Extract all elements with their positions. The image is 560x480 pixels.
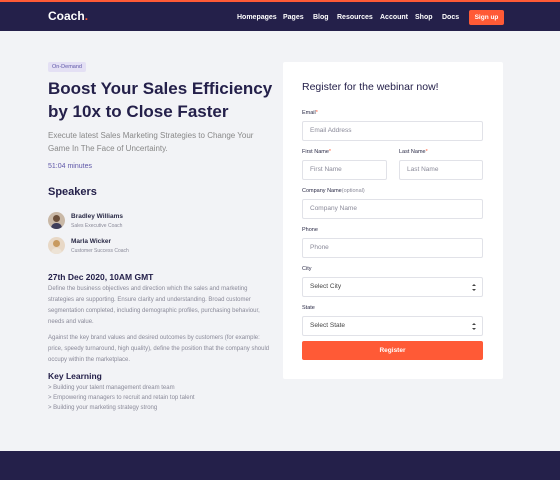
key-learning-item: > Building your talent management dream … [48,385,175,391]
key-learning-item: > Building your marketing strategy stron… [48,405,158,411]
speaker-role: Sales Executive Coach [71,223,123,229]
avatar [48,212,65,229]
speaker-name: Marla Wicker [71,238,112,245]
form-title: Register for the webinar now! [302,81,439,93]
nav-item-blog[interactable]: Blog [313,14,329,21]
footer-bar [0,451,560,480]
city-label: City [302,266,312,272]
state-select[interactable]: Select State [302,316,483,336]
avatar [48,237,65,254]
speakers-heading: Speakers [48,186,97,198]
city-select[interactable]: Select City [302,277,483,297]
first-name-field[interactable]: First Name [302,160,387,180]
select-caret-icon [472,284,476,291]
page-subtitle: Execute latest Sales Marketing Strategie… [48,131,254,153]
first-name-label: First Name* [302,149,332,155]
speaker-item: Bradley Williams Sales Executive Coach [48,212,248,232]
nav-item-homepages[interactable]: Homepages [237,14,277,21]
registration-form: Register for the webinar now! Email* Ema… [283,62,503,379]
on-demand-badge: On-Demand [48,62,86,72]
state-select-value: Select State [310,322,346,329]
state-label: State [302,305,315,311]
email-label: Email* [302,110,318,116]
duration-text: 51:04 minutes [48,163,92,170]
nav-item-resources[interactable]: Resources [337,14,373,21]
nav-item-pages[interactable]: Pages [283,14,304,21]
company-label: Company Name(optional) [302,188,365,194]
nav-item-shop[interactable]: Shop [415,14,433,21]
nav-item-docs[interactable]: Docs [442,14,459,21]
page-title: Boost Your Sales Efficiency by 10x to Cl… [48,79,273,121]
company-field[interactable]: Company Name [302,199,483,219]
speaker-name: Bradley Williams [71,213,123,220]
register-button[interactable]: Register [302,341,483,360]
select-caret-icon [472,323,476,330]
description-paragraph: Against the key brand values and desired… [48,335,270,363]
key-learning-item: > Empowering managers to recruit and ret… [48,395,195,401]
description-paragraph: Define the business objectives and direc… [48,286,260,325]
phone-label: Phone [302,227,318,233]
email-field[interactable]: Email Address [302,121,483,141]
phone-field[interactable]: Phone [302,238,483,258]
speaker-role: Customer Success Coach [71,248,129,254]
key-learning-heading: Key Learning [48,371,102,381]
last-name-label: Last Name* [399,149,428,155]
top-navbar: Coach. Homepages Pages Blog Resources Ac… [0,0,560,31]
city-select-value: Select City [310,283,342,290]
nav-item-account[interactable]: Account [380,14,408,21]
speaker-item: Marla Wicker Customer Success Coach [48,237,248,257]
last-name-field[interactable]: Last Name [399,160,483,180]
signup-button[interactable]: Sign up [469,10,504,25]
event-date: 27th Dec 2020, 10AM GMT [48,272,154,282]
